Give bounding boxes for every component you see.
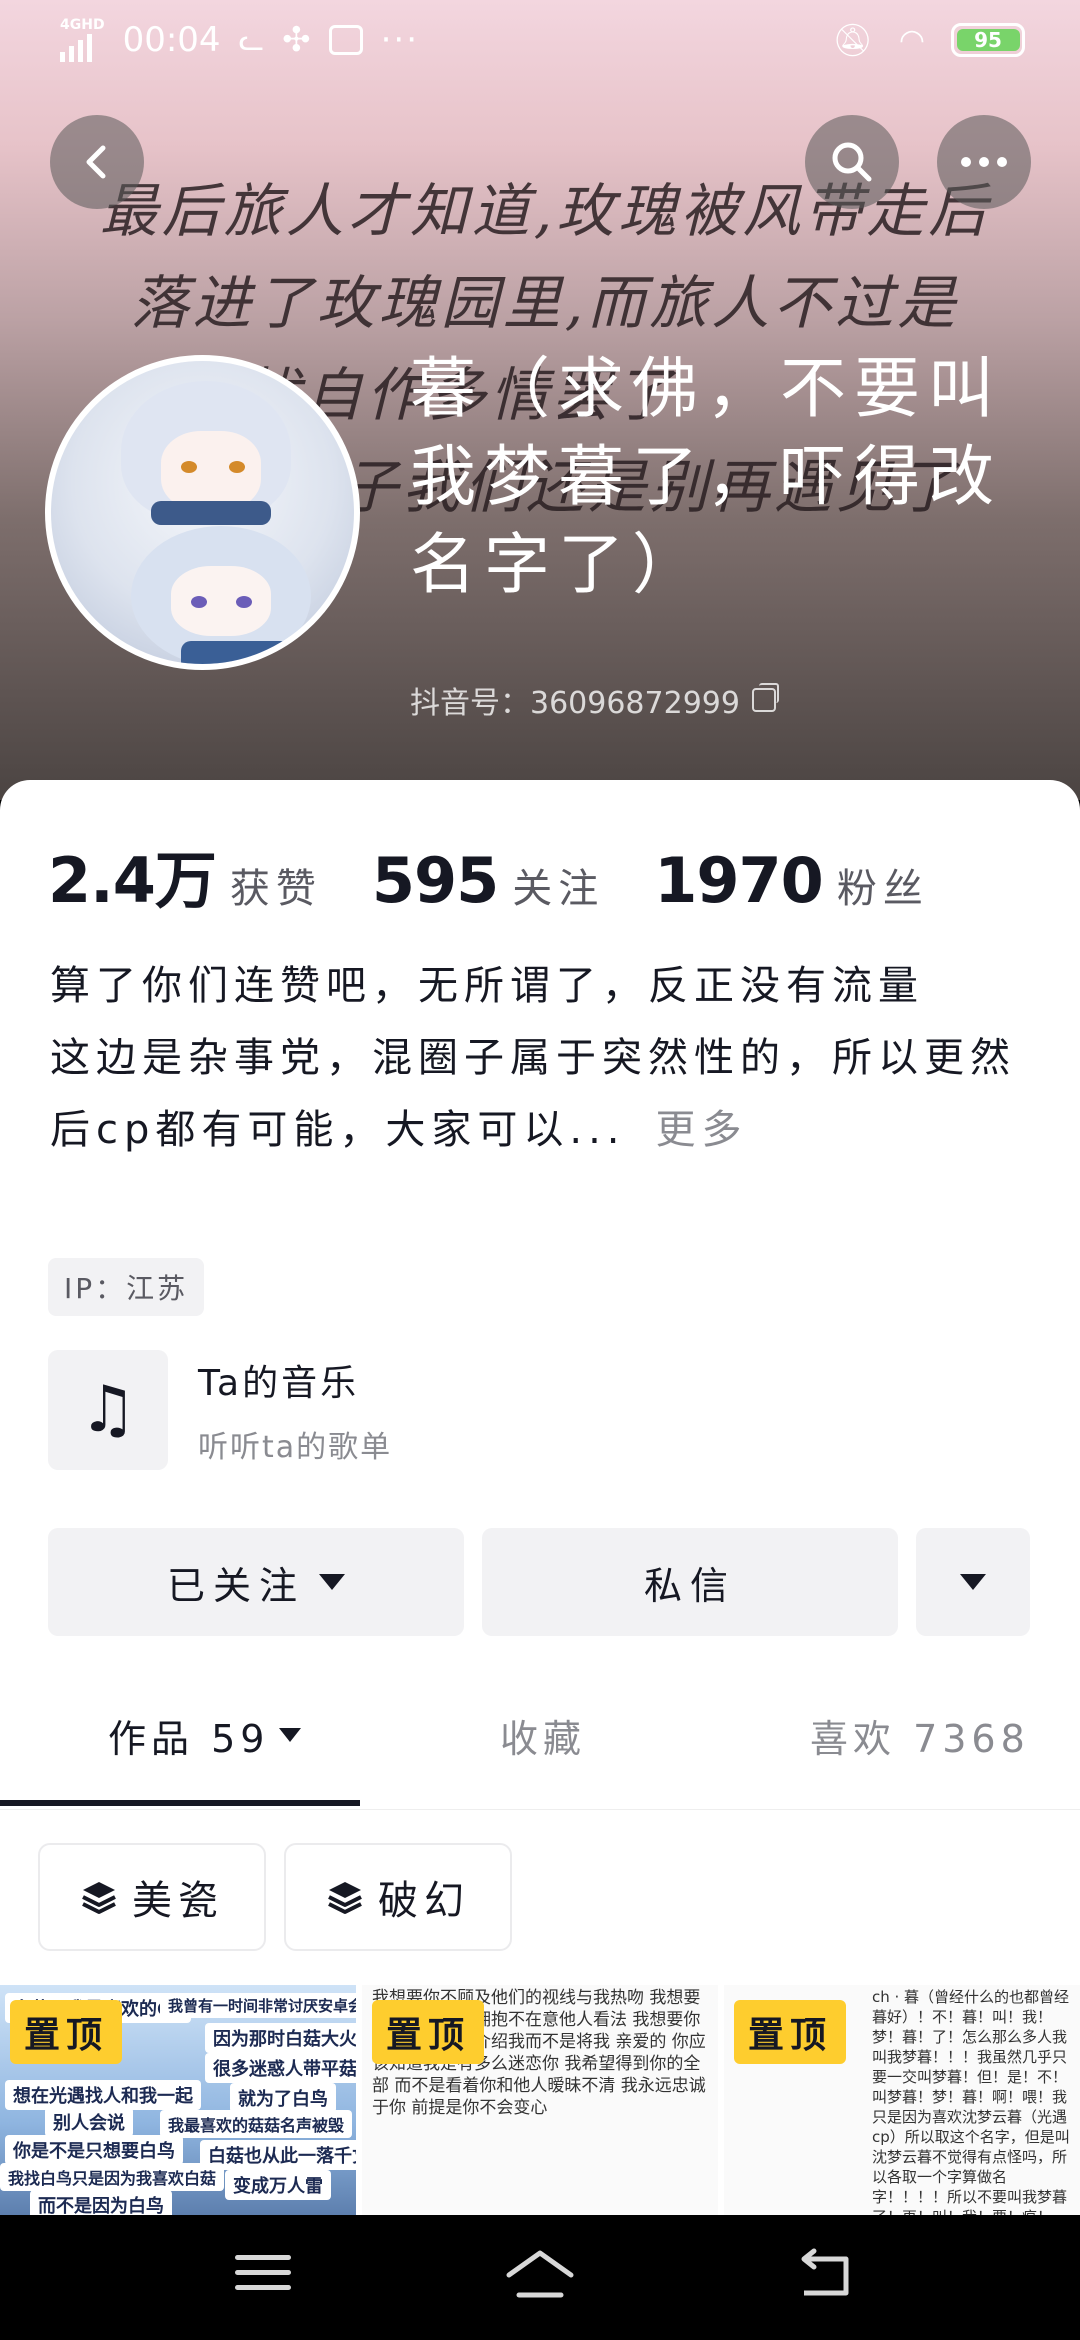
thumb-caption: 别人会说 xyxy=(45,2107,133,2137)
thumb-caption: 因为那时白菇大火 xyxy=(205,2023,356,2053)
bio-more-link[interactable]: 更多 xyxy=(656,1107,748,1153)
works-grid: 置顶 白菇是我最喜欢的CP 我曾有一时间非常讨厌安卓会 因为那时白菇大火 很多迷… xyxy=(0,1985,1080,2215)
ip-location-tag: IP：江苏 xyxy=(48,1258,205,1316)
tab-indicator xyxy=(0,1800,360,1806)
tab-favorites-label: 收藏 xyxy=(500,1716,587,1761)
video-thumbnail[interactable]: 置顶 ch · 暮（曾经什么的也都曾经暮好）！不！暮！叫！我！梦！暮！了！怎么那… xyxy=(724,1985,1080,2215)
back-button[interactable] xyxy=(50,115,144,209)
stat-label: 获赞 xyxy=(229,866,322,912)
signal-icon: 4GHD xyxy=(60,18,105,62)
layers-icon xyxy=(326,1878,364,1916)
music-subtitle: 听听ta的歌单 xyxy=(198,1430,393,1465)
fan-app-icon: ✣ xyxy=(282,20,311,60)
tab-works-label: 作品 59 xyxy=(108,1716,270,1761)
message-button[interactable]: 私信 xyxy=(482,1528,898,1636)
thumb-caption: 就为了白鸟 xyxy=(230,2083,336,2113)
wifi-icon: ◠ xyxy=(898,22,925,58)
nickname: 暮（求佛，不要叫我梦暮了，吓得改名字了） xyxy=(410,350,1002,603)
music-title: Ta的音乐 xyxy=(198,1363,360,1404)
followed-button[interactable]: 已关注 xyxy=(48,1528,464,1636)
stat-likes[interactable]: 2.4万 获赞 xyxy=(48,830,322,920)
mute-bell-icon: 🔕︎ xyxy=(832,21,873,59)
home-icon xyxy=(506,2250,574,2298)
content-tabs: 作品 59 收藏 喜欢 7368 xyxy=(0,1660,1080,1810)
status-bar: 4GHD 00:04 ᓚ ✣ ··· 🔕︎ ◠ 95 xyxy=(0,0,1080,80)
thumb-caption: 我最喜欢的菇菇名声被毁 xyxy=(160,2110,353,2138)
stat-following[interactable]: 595 关注 xyxy=(372,844,604,917)
recent-apps-button[interactable] xyxy=(235,2245,305,2305)
poem-line: 最后旅人才知道,玫瑰被风带走后 xyxy=(99,177,991,245)
search-icon xyxy=(832,142,872,182)
overflow-dots-icon: ··· xyxy=(380,20,420,60)
douyin-id[interactable]: 抖音号：36096872999 xyxy=(410,678,779,722)
more-dots-icon xyxy=(961,157,1007,167)
copy-icon[interactable] xyxy=(751,683,779,712)
layers-icon xyxy=(80,1878,118,1916)
battery-level: 95 xyxy=(974,28,1002,52)
system-nav-bar xyxy=(0,2215,1080,2340)
bio[interactable]: 算了你们连赞吧，无所谓了，反正没有流量 这边是杂事党，混圈子属于突然性的，所以更… xyxy=(50,950,1030,1166)
thumb-caption: 我找白鸟只是因为我喜欢白菇 xyxy=(0,2163,225,2191)
stat-label: 关注 xyxy=(512,866,605,912)
stat-number: 1970 xyxy=(654,844,824,917)
collection-chip[interactable]: 美瓷 xyxy=(38,1843,266,1951)
battery-icon: 95 xyxy=(951,23,1025,57)
thumb-caption: ch · 暮（曾经什么的也都曾经暮好）！不！暮！叫！我！梦！暮！了！怎么那么多人… xyxy=(872,1988,1070,2215)
notification-icon xyxy=(328,25,363,55)
caret-down-icon xyxy=(279,1728,302,1742)
pinned-badge: 置顶 xyxy=(10,2000,123,2064)
network-type: 4GHD xyxy=(60,17,105,33)
poem-line: 落进了玫瑰园里,而旅人不过是 xyxy=(130,269,960,337)
tab-works[interactable]: 作品 59 xyxy=(108,1660,302,1810)
system-back-button[interactable] xyxy=(790,2245,860,2305)
thumb-caption: 我曾有一时间非常讨厌安卓会 xyxy=(160,1993,356,2018)
video-thumbnail[interactable]: 置顶 我想要你不顾及他们的视线与我热吻 我想要你在众人面前拥抱不在意他人看法 我… xyxy=(362,1985,718,2215)
back-return-icon xyxy=(801,2248,849,2296)
caret-down-icon xyxy=(319,1574,345,1590)
collection-label: 破幻 xyxy=(378,1878,470,1924)
clock: 00:04 xyxy=(122,20,221,60)
action-buttons: 已关注 私信 xyxy=(48,1528,1030,1636)
tab-favorites[interactable]: 收藏 xyxy=(500,1660,586,1810)
collections: 美瓷 破幻 xyxy=(38,1843,512,1951)
back-arrow-icon xyxy=(86,145,106,179)
followed-label: 已关注 xyxy=(166,1563,305,1608)
pinned-badge: 置顶 xyxy=(734,2000,847,2064)
more-actions-button[interactable] xyxy=(916,1528,1030,1636)
caret-down-icon xyxy=(960,1574,986,1590)
thumb-caption: 你是不是只想要白鸟 xyxy=(5,2135,183,2165)
tab-likes[interactable]: 喜欢 7368 xyxy=(810,1660,1030,1810)
video-thumbnail[interactable]: 置顶 白菇是我最喜欢的CP 我曾有一时间非常讨厌安卓会 因为那时白菇大火 很多迷… xyxy=(0,1985,356,2215)
home-button[interactable] xyxy=(505,2245,575,2305)
stat-followers[interactable]: 1970 粉丝 xyxy=(654,844,929,917)
stat-number: 595 xyxy=(371,844,499,917)
stat-number: 2.4万 xyxy=(48,844,217,917)
pinned-badge: 置顶 xyxy=(372,2000,485,2064)
stat-label: 粉丝 xyxy=(836,866,929,912)
avatar[interactable] xyxy=(45,355,360,670)
collection-label: 美瓷 xyxy=(132,1878,224,1924)
profile-banner: 最后旅人才知道,玫瑰被风带走后 落进了玫瑰园里,而旅人不过是 人忧自作多情罢了 … xyxy=(0,0,1080,800)
thumb-caption: 想在光遇找人和我一起 xyxy=(5,2080,201,2110)
music-card[interactable]: ♫ Ta的音乐 听听ta的歌单 xyxy=(48,1350,392,1470)
more-button[interactable] xyxy=(937,115,1031,209)
thumb-caption: 变成万人雷 xyxy=(225,2170,331,2200)
stats-row: 2.4万 获赞 595 关注 1970 粉丝 xyxy=(48,830,979,920)
bio-line: 算了你们连赞吧，无所谓了，反正没有流量 xyxy=(50,963,924,1009)
douyin-id-text: 抖音号：36096872999 xyxy=(410,686,740,721)
message-label: 私信 xyxy=(643,1563,736,1608)
bio-line: 这边是杂事党，混圈子属于突然性的，所以更然后cp都有可能，大家可以... 更多 xyxy=(50,1022,1030,1166)
thumb-caption: 而不是因为白鸟 xyxy=(30,2190,172,2215)
collection-chip[interactable]: 破幻 xyxy=(284,1843,512,1951)
bio-line-text: 这边是杂事党，混圈子属于突然性的，所以更然后cp都有可能，大家可以... xyxy=(50,1035,1016,1153)
thumb-caption: 很多迷惑人带平菇 xyxy=(205,2053,356,2083)
search-button[interactable] xyxy=(805,115,899,209)
cat-app-icon: ᓚ xyxy=(238,22,265,58)
profile-sheet: 2.4万 获赞 595 关注 1970 粉丝 算了你们连赞吧，无所谓了，反正没有… xyxy=(0,780,1080,2215)
music-note-icon: ♫ xyxy=(48,1350,168,1470)
tab-likes-label: 喜欢 7368 xyxy=(810,1716,1030,1761)
